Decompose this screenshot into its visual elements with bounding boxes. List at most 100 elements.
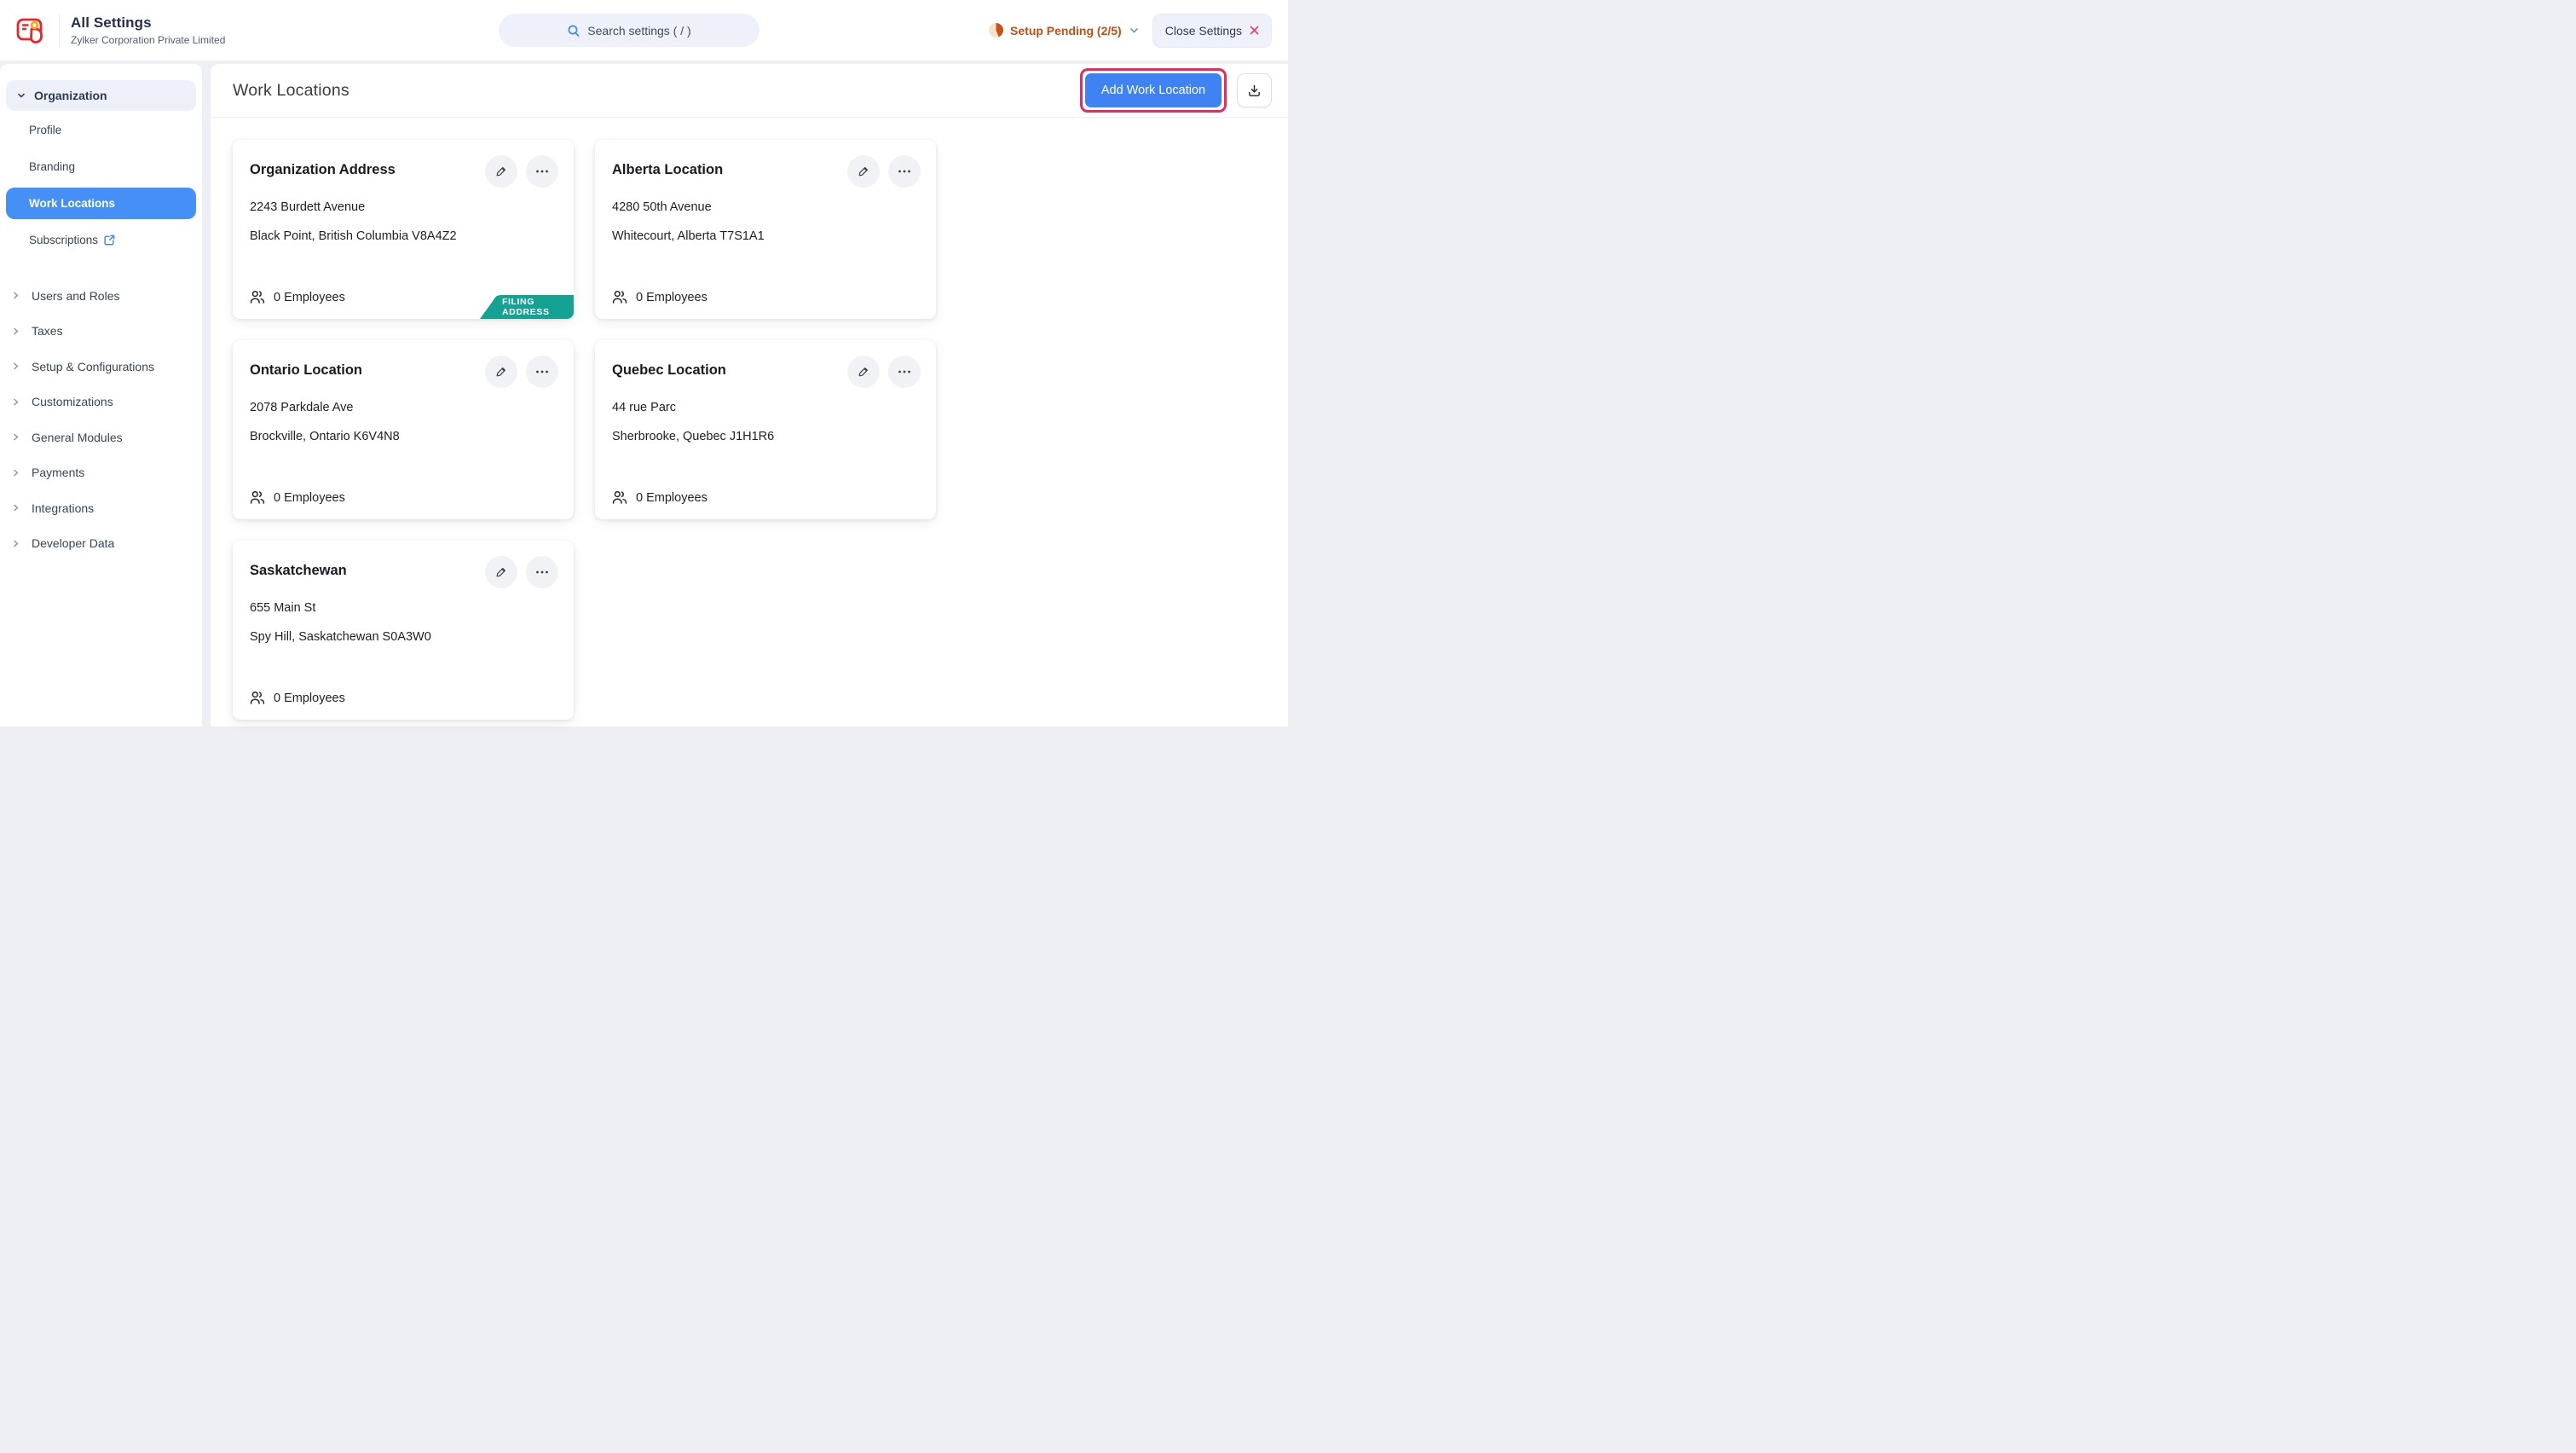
employees-count: 0 Employees — [636, 491, 708, 505]
edit-button[interactable] — [847, 356, 880, 388]
sidebar-group-taxes[interactable]: Taxes — [0, 314, 202, 350]
add-work-location-button[interactable]: Add Work Location — [1085, 73, 1222, 107]
address-line-2: Spy Hill, Saskatchewan S0A3W0 — [250, 630, 431, 644]
sidebar-group-label: General Modules — [32, 431, 123, 444]
sidebar-group-integrations[interactable]: Integrations — [0, 490, 202, 526]
selected-item-highlight[interactable]: Work Locations — [6, 188, 196, 219]
sidebar-group-setup-configurations[interactable]: Setup & Configurations — [0, 349, 202, 385]
address-line-1: 4280 50th Avenue — [612, 200, 712, 214]
sidebar-item-work-locations[interactable]: Work Locations — [0, 185, 202, 222]
sidebar-item-label: Work Locations — [29, 197, 115, 210]
setup-progress-pie-icon — [989, 23, 1003, 38]
sidebar-item-profile[interactable]: Profile — [0, 112, 202, 148]
sidebar-group-label: Taxes — [32, 324, 63, 338]
chevron-right-icon — [11, 432, 20, 442]
close-settings-label: Close Settings — [1165, 24, 1242, 38]
work-location-card-ontario: Ontario Location 2078 Parkdale Ave Brock… — [233, 340, 574, 519]
employees-count: 0 Employees — [636, 291, 708, 304]
ellipsis-icon — [898, 370, 911, 373]
more-options-button[interactable] — [526, 356, 558, 388]
export-download-button[interactable] — [1237, 73, 1272, 107]
close-settings-button[interactable]: Close Settings — [1152, 14, 1272, 48]
card-title: Quebec Location — [612, 362, 726, 379]
badge-label: FILING ADDRESS — [502, 295, 574, 319]
sidebar-item-branding[interactable]: Branding — [0, 148, 202, 185]
employees-count: 0 Employees — [274, 291, 345, 304]
edit-button[interactable] — [847, 155, 880, 188]
chevron-right-icon — [11, 503, 20, 512]
address-line-1: 2243 Burdett Avenue — [250, 200, 365, 214]
sidebar-group-label: Setup & Configurations — [32, 360, 154, 373]
work-location-card-organization-address: Organization Address 2243 Burdett Avenue… — [233, 140, 574, 319]
work-location-card-quebec: Quebec Location 44 rue Parc Sherbrooke, … — [595, 340, 936, 519]
card-title: Organization Address — [250, 162, 396, 178]
sidebar-group-payments[interactable]: Payments — [0, 455, 202, 491]
work-location-card-alberta: Alberta Location 4280 50th Avenue Whitec… — [595, 140, 936, 319]
more-options-button[interactable] — [526, 556, 558, 588]
app-logo-icon[interactable] — [14, 13, 49, 49]
more-options-button[interactable] — [526, 155, 558, 188]
download-icon — [1247, 84, 1262, 98]
work-location-card-saskatchewan: Saskatchewan 655 Main St Spy Hill, Saska… — [233, 541, 574, 720]
pencil-icon — [857, 165, 870, 178]
address-line-2: Whitecourt, Alberta T7S1A1 — [612, 229, 765, 243]
top-header: All Settings Zylker Corporation Private … — [0, 0, 1288, 61]
settings-sidebar: Organization Profile Branding Work Locat… — [0, 64, 202, 726]
setup-pending-menu[interactable]: Setup Pending (2/5) — [989, 23, 1140, 38]
edit-button[interactable] — [485, 155, 517, 188]
employees-icon — [250, 490, 265, 505]
external-link-icon — [104, 234, 115, 246]
search-settings-input[interactable]: Search settings ( / ) — [499, 14, 760, 47]
chevron-right-icon — [11, 362, 20, 371]
sidebar-group-users-and-roles[interactable]: Users and Roles — [0, 278, 202, 314]
setup-pending-label: Setup Pending (2/5) — [1010, 24, 1122, 38]
sidebar-group-general-modules[interactable]: General Modules — [0, 420, 202, 455]
address-line-2: Black Point, British Columbia V8A4Z2 — [250, 229, 457, 243]
main-header: Work Locations Add Work Location — [211, 64, 1288, 118]
chevron-right-icon — [11, 468, 20, 478]
sidebar-section-organization[interactable]: Organization — [6, 80, 196, 111]
brand-area: All Settings Zylker Corporation Private … — [14, 0, 225, 61]
employees-count: 0 Employees — [274, 491, 345, 505]
annotation-highlight-box: Add Work Location — [1080, 68, 1227, 113]
address-line-1: 655 Main St — [250, 601, 315, 615]
edit-button[interactable] — [485, 556, 517, 588]
sidebar-item-subscriptions[interactable]: Subscriptions — [0, 222, 202, 258]
header-divider — [59, 14, 60, 48]
chevron-right-icon — [11, 397, 20, 407]
sidebar-group-label: Integrations — [32, 501, 94, 515]
sidebar-group-customizations[interactable]: Customizations — [0, 385, 202, 420]
close-icon — [1250, 26, 1259, 35]
address-line-2: Brockville, Ontario K6V4N8 — [250, 430, 400, 443]
chevron-right-icon — [11, 327, 20, 336]
ellipsis-icon — [898, 170, 911, 173]
chevron-right-icon — [11, 291, 20, 300]
sidebar-group-label: Users and Roles — [32, 289, 120, 303]
more-options-button[interactable] — [888, 356, 921, 388]
address-line-2: Sherbrooke, Quebec J1H1R6 — [612, 430, 774, 443]
address-line-1: 2078 Parkdale Ave — [250, 401, 353, 414]
more-options-button[interactable] — [888, 155, 921, 188]
ellipsis-icon — [535, 170, 549, 173]
card-title: Alberta Location — [612, 162, 723, 178]
pencil-icon — [857, 365, 870, 379]
sidebar-group-developer-data[interactable]: Developer Data — [0, 526, 202, 562]
address-line-1: 44 rue Parc — [612, 401, 676, 414]
card-title: Saskatchewan — [250, 563, 347, 579]
sidebar-group-label: Payments — [32, 466, 84, 479]
work-locations-grid: Organization Address 2243 Burdett Avenue… — [211, 118, 1288, 742]
sidebar-item-label: Branding — [29, 160, 75, 173]
page-title: Work Locations — [233, 81, 349, 101]
employees-icon — [612, 290, 627, 304]
card-title: Ontario Location — [250, 362, 362, 379]
pencil-icon — [494, 565, 508, 579]
chevron-down-icon — [1129, 25, 1140, 36]
employees-count: 0 Employees — [274, 692, 345, 705]
chevron-right-icon — [11, 539, 20, 548]
search-icon — [567, 24, 580, 38]
edit-button[interactable] — [485, 356, 517, 388]
pencil-icon — [494, 165, 508, 178]
filing-address-badge: FILING ADDRESS — [480, 295, 574, 319]
sidebar-group-label: Customizations — [32, 395, 113, 408]
sidebar-section-label: Organization — [34, 89, 107, 102]
